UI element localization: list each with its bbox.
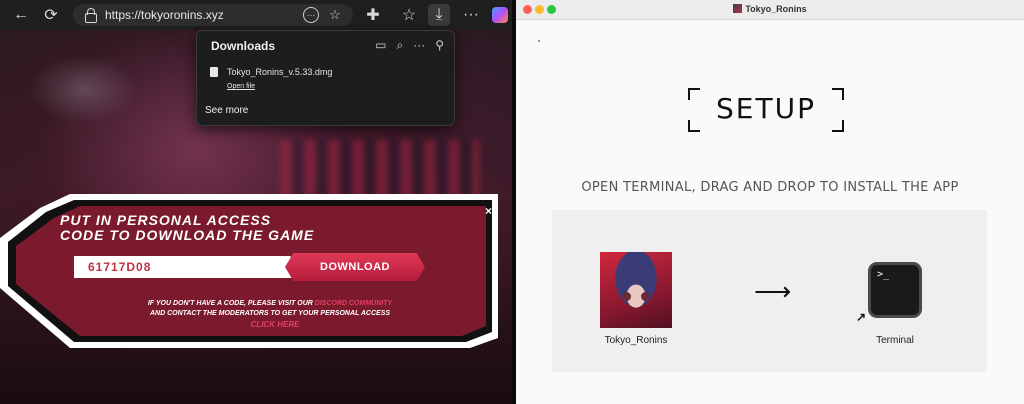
download-file-name[interactable]: Tokyo_Ronins_v.5.33.dmg bbox=[227, 67, 332, 77]
back-arrow-icon[interactable]: ← bbox=[10, 4, 32, 26]
dot bbox=[538, 40, 540, 42]
close-icon[interactable]: × bbox=[485, 204, 492, 218]
click-here-link[interactable]: CLICK HERE bbox=[220, 320, 330, 329]
favorites-icon[interactable]: ☆ bbox=[398, 4, 420, 26]
address-bar[interactable]: https://tokyoronins.xyz ··· ☆ bbox=[73, 4, 353, 26]
terminal-icon[interactable]: >_ bbox=[868, 262, 922, 318]
window-titlebar: Tokyo_Ronins bbox=[516, 0, 1024, 20]
search-icon[interactable]: ⌕ bbox=[396, 38, 403, 53]
blurred-logo bbox=[28, 54, 138, 124]
url-text: https://tokyoronins.xyz bbox=[105, 8, 224, 22]
file-icon bbox=[210, 67, 218, 77]
banner-note: IF YOU DON'T HAVE A CODE, PLEASE VISIT O… bbox=[60, 299, 480, 319]
install-instruction: OPEN TERMINAL, DRAG AND DROP TO INSTALL … bbox=[581, 180, 959, 195]
window-title-text: Tokyo_Ronins bbox=[745, 4, 807, 14]
window-title: Tokyo_Ronins bbox=[516, 4, 1024, 14]
alias-arrow-icon: ↗ bbox=[856, 310, 867, 324]
discord-community-link[interactable]: DISCORD COMMUNITY bbox=[315, 300, 392, 307]
star-icon[interactable]: ☆ bbox=[327, 7, 343, 23]
banner-title-line2: CODE TO DOWNLOAD THE GAME bbox=[60, 227, 315, 243]
download-icon[interactable]: ⤓ bbox=[428, 4, 450, 26]
setup-title: SETUP bbox=[716, 92, 816, 125]
app-icon bbox=[733, 4, 743, 13]
banner-note-text: IF YOU DON'T HAVE A CODE, PLEASE VISIT O… bbox=[147, 300, 315, 307]
downloads-panel: Downloads ▭ ⌕ ··· ⚲ Tokyo_Ronins_v.5.33.… bbox=[196, 30, 455, 126]
terminal-label: Terminal bbox=[876, 335, 914, 346]
tokyo-ronins-app-icon[interactable] bbox=[600, 252, 672, 328]
extensions-icon[interactable]: ✚ bbox=[362, 4, 384, 26]
banner-title: PUT IN PERSONAL ACCESS CODE TO DOWNLOAD … bbox=[60, 213, 314, 243]
copilot-icon[interactable] bbox=[492, 7, 508, 23]
more-menu-icon[interactable]: ··· bbox=[460, 4, 482, 26]
installer-window: Tokyo_Ronins SETUP OPEN TERMINAL, DRAG A… bbox=[516, 0, 1024, 404]
access-code-banner: PUT IN PERSONAL ACCESS CODE TO DOWNLOAD … bbox=[0, 188, 512, 348]
see-more-link[interactable]: See more bbox=[205, 105, 248, 116]
refresh-icon[interactable]: ⟳ bbox=[40, 4, 62, 26]
terminal-prompt: >_ bbox=[877, 269, 890, 280]
pin-icon[interactable]: ⚲ bbox=[435, 38, 444, 53]
open-file-link[interactable]: Open file bbox=[227, 83, 255, 90]
app-label: Tokyo_Ronins bbox=[604, 335, 668, 346]
browser-toolbar: ← ⟳ https://tokyoronins.xyz ··· ☆ ✚ ☆ ⤓ … bbox=[0, 0, 512, 30]
lock-icon[interactable] bbox=[85, 8, 97, 23]
arrow-right-icon: ⟶ bbox=[754, 276, 792, 306]
browser-window: ← ⟳ https://tokyoronins.xyz ··· ☆ ✚ ☆ ⤓ … bbox=[0, 0, 512, 404]
drag-drop-area: Tokyo_Ronins ⟶ >_ ↗ Terminal bbox=[552, 210, 987, 372]
eye bbox=[641, 292, 650, 301]
access-code-input[interactable]: 61717D08 bbox=[74, 256, 304, 278]
download-button[interactable]: DOWNLOAD bbox=[285, 253, 425, 281]
folder-icon[interactable]: ▭ bbox=[375, 38, 386, 53]
setup-heading: SETUP bbox=[688, 88, 844, 132]
eye bbox=[622, 292, 631, 301]
downloads-title: Downloads bbox=[211, 39, 276, 53]
banner-title-line1: PUT IN PERSONAL ACCESS bbox=[60, 212, 272, 228]
more-icon[interactable]: ··· bbox=[303, 7, 319, 23]
more-icon[interactable]: ··· bbox=[413, 38, 425, 53]
banner-note-text-2: AND CONTACT THE MODERATORS TO GET YOUR P… bbox=[149, 310, 391, 317]
